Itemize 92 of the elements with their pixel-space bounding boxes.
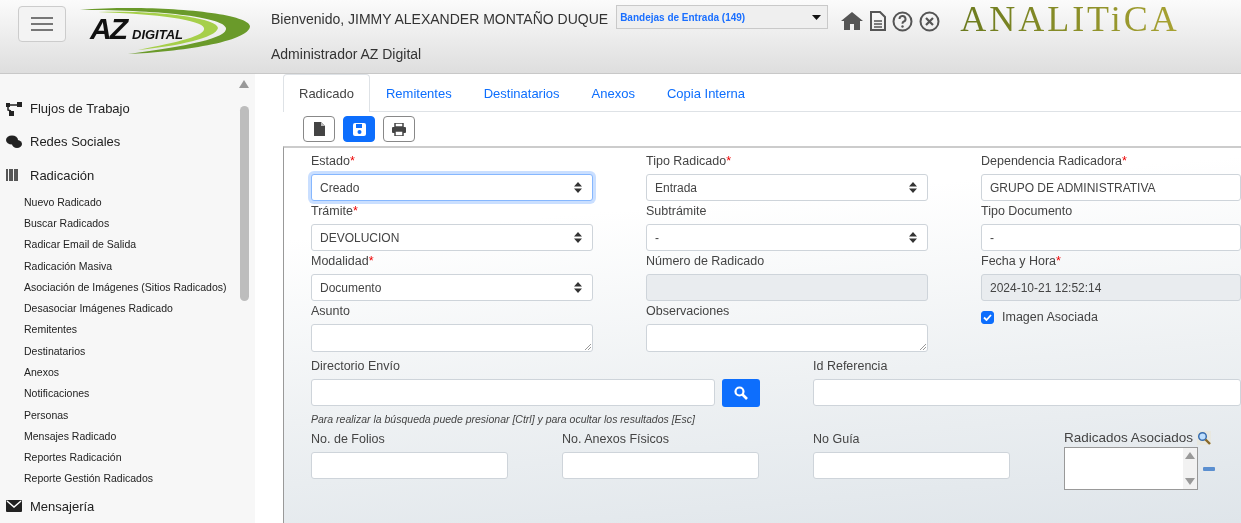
sidebar-section[interactable]: Radicación [30,167,95,183]
input-field[interactable] [813,452,1010,479]
checkbox[interactable] [981,310,994,324]
sidebar-item[interactable]: Buscar Radicados [24,212,237,235]
field-label: No. de Folios [311,432,386,446]
scroll-down-icon[interactable] [1185,478,1195,485]
new-document-button[interactable] [303,116,335,142]
sort-icon [909,182,917,193]
select-field[interactable]: Documento [311,274,593,301]
sidebar-item[interactable]: Reporte Gestión Radicados [24,468,237,490]
field-label: Id Referencia [813,359,889,373]
field-label: No. Anexos Físicos [562,432,670,446]
input-field[interactable] [311,452,508,479]
sidebar-section[interactable]: Redes Sociales [30,134,121,150]
field-label: Observaciones [646,304,731,318]
minus-icon[interactable] [1203,466,1215,471]
field-label: Modalidad* [311,254,375,268]
field-label: Número de Radicado [646,254,766,268]
resize-grip-icon[interactable] [584,343,591,350]
sidebar-section[interactable]: Flujos de Trabajo [30,101,130,117]
input-field[interactable]: - [981,224,1241,251]
scrollbar-thumb[interactable] [239,106,249,301]
select-field[interactable]: Entrada [646,174,928,201]
save-button[interactable] [343,116,375,142]
field-label: Asunto [311,304,351,318]
select-field[interactable]: Creado [311,174,593,201]
sidebar-item[interactable]: Desasociar Imágenes Radicado [24,298,237,320]
text-area[interactable] [311,324,593,352]
magnifier-icon[interactable] [1197,430,1212,445]
document-icon[interactable] [870,11,887,31]
scroll-up-icon[interactable] [239,80,249,88]
sidebar-item[interactable]: Nuevo Radicado [24,191,237,213]
sidebar-item[interactable]: Radicar Email de Salida [24,234,237,256]
inbox-select[interactable]: Bandejas de Entrada (149) [616,5,829,29]
field-label: Estado* [311,154,356,168]
menu-icon [31,16,53,32]
field-label: Tipo Documento [981,204,1074,218]
help-icon[interactable] [892,10,914,32]
text-area[interactable] [646,324,928,352]
sort-icon [574,182,582,193]
save-icon [352,122,366,136]
workflow-icon [6,101,22,116]
document-icon [313,122,325,136]
sidebar-item[interactable]: Destinatarios [24,340,237,362]
checkbox-label: Imagen Asociada [1002,310,1098,324]
list-box[interactable] [1064,447,1198,490]
welcome-text: Bienvenido, JIMMY ALEXANDER MONTAÑO DUQUE [271,11,609,27]
hint-text: Para realizar la búsqueda puede presionar [Ctrl] y para ocultar los resultados [Esc] [311,413,697,425]
input-field[interactable] [562,452,759,479]
sidebar-item[interactable]: Remitentes [24,319,237,341]
field-label: No Guía [813,432,861,446]
sort-icon [909,232,917,243]
input-field[interactable]: GRUPO DE ADMINISTRATIVA [981,174,1241,201]
sidebar-section[interactable]: Mensajería [30,498,95,514]
sidebar-item[interactable]: Personas [24,404,237,426]
resize-grip-icon[interactable] [919,343,926,350]
sidebar-item[interactable]: Reportes Radicación [24,447,237,469]
print-button[interactable] [383,116,415,142]
close-icon[interactable] [919,10,941,32]
sidebar-item[interactable]: Anexos [24,362,237,384]
sort-icon [574,232,582,243]
sidebar-item[interactable]: Asociación de Imágenes (Sitios Radicados) [24,276,237,299]
scroll-up-icon[interactable] [1185,452,1195,459]
field-label: Dependencia Radicadora* [981,154,1128,168]
printer-icon [392,122,406,136]
field-label: Tipo Radicado* [646,154,732,168]
search-button[interactable] [722,379,760,407]
select-field[interactable]: DEVOLUCION [311,224,593,251]
sort-icon [574,282,582,293]
menu-button[interactable] [18,6,66,42]
caret-icon [812,14,822,20]
search-icon [734,386,748,400]
sidebar-item[interactable]: Radicación Masiva [24,255,237,277]
input-field[interactable] [311,379,715,406]
tab[interactable]: Remitentes [369,74,468,111]
select-field[interactable]: - [646,224,928,251]
input-field[interactable] [813,379,1241,406]
tab[interactable]: Radicado [283,74,370,112]
role-text: Administrador AZ Digital [271,46,423,62]
chat-icon [6,134,22,149]
field-label: Radicados Asociados [1064,430,1194,445]
sidebar-item[interactable]: Notificaciones [24,383,237,405]
field-label: Trámite* [311,204,359,218]
field-label: Directorio Envío [311,359,401,373]
tab[interactable]: Destinatarios [467,74,576,111]
sidebar-item[interactable]: Mensajes Radicado [24,425,237,448]
tab[interactable]: Anexos [575,74,651,111]
mail-icon [6,500,22,513]
field-label: Subtrámite [646,204,708,218]
field-label: Fecha y Hora* [981,254,1062,268]
home-icon[interactable] [840,11,865,31]
tab[interactable]: Copia Interna [650,74,761,111]
